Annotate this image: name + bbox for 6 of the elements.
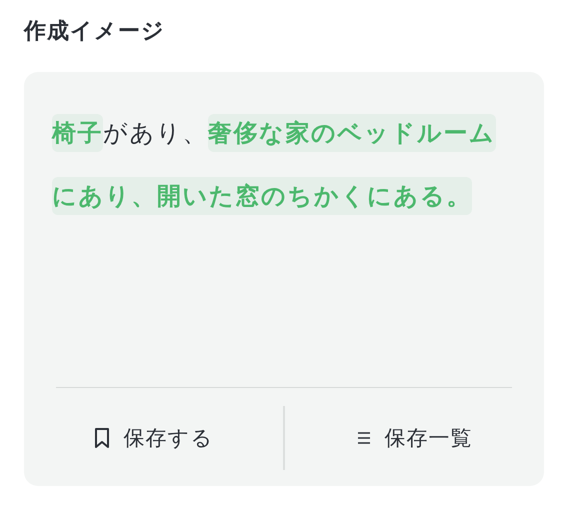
generated-description: 椅子があり、奢侈な家のベッドルームにあり、開いた窓のちかくにある。 [24,72,530,387]
section-title: 作成イメージ [24,18,166,46]
menu-icon [356,431,370,445]
save-button[interactable]: 保存する [24,406,283,470]
saved-list-button[interactable]: 保存一覧 [285,406,544,470]
bookmark-icon [94,427,110,449]
